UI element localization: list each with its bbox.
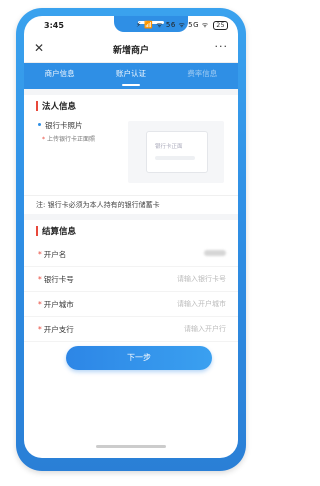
bank-card-placeholder-icon: 银行卡正面 xyxy=(146,131,208,173)
tab-rate-info[interactable]: 费率信息 xyxy=(167,63,238,89)
note-text: 注: 银行卡必须为本人持有的银行储蓄卡 xyxy=(36,201,160,209)
bank-card-note: 注: 银行卡必须为本人持有的银行储蓄卡 xyxy=(24,195,238,214)
settlement-section-header: 结算信息 xyxy=(24,220,238,242)
bank-card-upload-area: 银行卡照片 * 上传银行卡正面照 银行卡正面 xyxy=(24,117,238,195)
account-name-row[interactable]: * 开户名 xyxy=(24,242,238,267)
account-branch-label: * 开户支行 xyxy=(38,325,74,334)
account-name-label: * 开户名 xyxy=(38,250,67,259)
account-city-row[interactable]: * 开户城市 请输入开户城市 xyxy=(24,292,238,317)
signal-icons: ⚡ 📶 ᯤ 56 ᯤ 5G ᯤ xyxy=(136,21,209,29)
status-icons: ⚡ 📶 ᯤ 56 ᯤ 5G ᯤ 25 xyxy=(136,21,228,30)
legal-section-header: 法人信息 xyxy=(24,95,238,117)
upload-hint: * 上传银行卡正面照 xyxy=(42,136,96,143)
nav-bar: ✕ 新增商户 ··· xyxy=(24,36,238,63)
card-number-row[interactable]: * 银行卡号 请输入银行卡号 xyxy=(24,267,238,292)
section-accent-bar xyxy=(36,101,38,111)
phone-frame: 3:45 ⚡ 📶 ᯤ 56 ᯤ 5G ᯤ 25 ✕ 新增商户 ··· 商户信息 … xyxy=(16,8,246,471)
status-bar: 3:45 ⚡ 📶 ᯤ 56 ᯤ 5G ᯤ 25 xyxy=(24,16,238,36)
settlement-section-title: 结算信息 xyxy=(42,227,77,237)
home-indicator xyxy=(96,445,166,448)
tab-bar: 商户信息 账户认证 费率信息 xyxy=(24,63,238,89)
more-icon[interactable]: ··· xyxy=(215,40,229,53)
tab-account-auth[interactable]: 账户认证 xyxy=(95,63,166,89)
card-placeholder-text: 银行卡正面 xyxy=(155,144,183,150)
app-screen: 3:45 ⚡ 📶 ᯤ 56 ᯤ 5G ᯤ 25 ✕ 新增商户 ··· 商户信息 … xyxy=(24,16,238,458)
status-time: 3:45 xyxy=(44,21,64,30)
account-branch-row[interactable]: * 开户支行 请输入开户行 xyxy=(24,317,238,342)
next-step-button[interactable]: 下一步 xyxy=(66,346,212,370)
bullet-dot-icon xyxy=(38,123,41,126)
account-city-input[interactable]: 请输入开户城市 xyxy=(177,299,226,309)
bank-card-upload-button[interactable]: 银行卡正面 xyxy=(128,121,224,183)
upload-label: 银行卡照片 xyxy=(45,121,83,130)
page-title: 新增商户 xyxy=(112,46,149,56)
account-city-label: * 开户城市 xyxy=(38,300,74,309)
card-number-label: * 银行卡号 xyxy=(38,275,74,284)
card-placeholder-line xyxy=(155,156,195,160)
legal-section-title: 法人信息 xyxy=(42,102,77,112)
tab-merchant-info[interactable]: 商户信息 xyxy=(24,63,95,89)
account-branch-input[interactable]: 请输入开户行 xyxy=(184,324,226,334)
card-number-input[interactable]: 请输入银行卡号 xyxy=(177,274,226,284)
battery-icon: 25 xyxy=(213,21,228,30)
section-accent-bar xyxy=(36,226,38,236)
account-name-value xyxy=(204,250,226,256)
